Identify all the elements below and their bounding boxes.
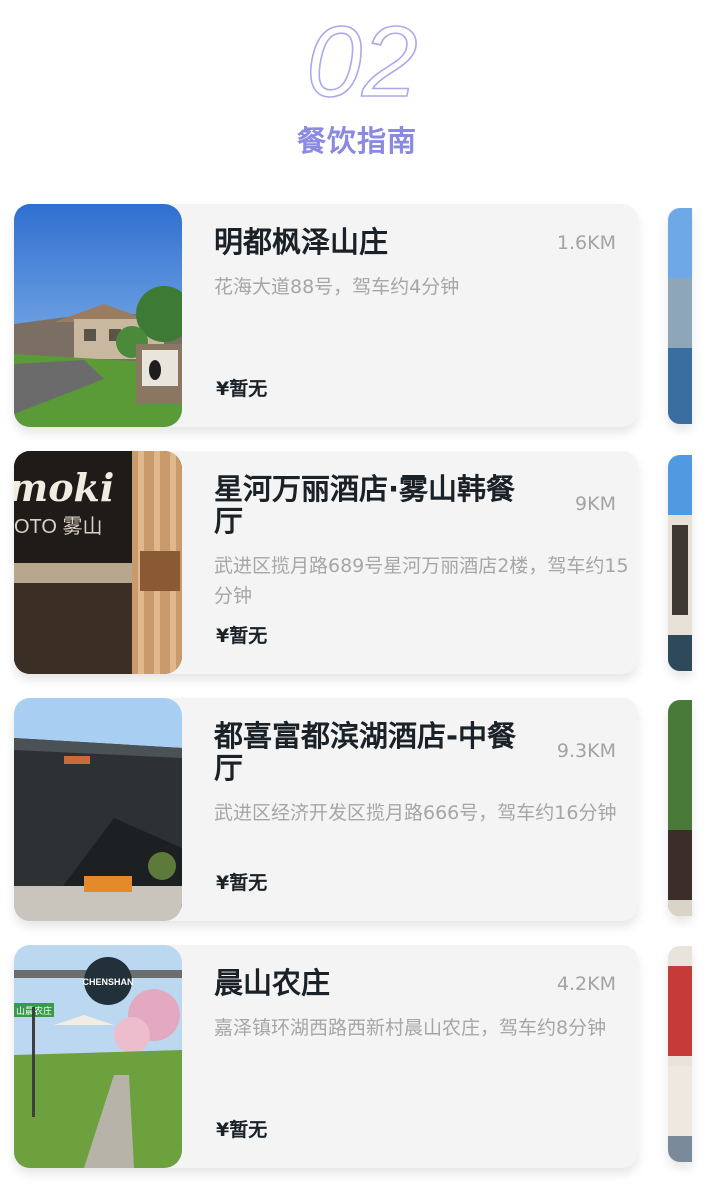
restaurant-distance: 9KM (575, 493, 616, 515)
restaurant-price: ¥暂无 (216, 378, 268, 400)
next-card-peek[interactable] (668, 208, 692, 424)
restaurant-distance: 4.2KM (556, 973, 616, 995)
restaurant-card[interactable]: moki OTO 雾山 星河万丽酒店·雾山韩餐厅 9KM 武进区揽月路689号星… (14, 451, 638, 674)
restaurant-address: 花海大道88号，驾车约4分钟 (214, 276, 460, 298)
restaurant-price: ¥暂无 (216, 625, 268, 647)
next-card-peek[interactable] (668, 946, 692, 1162)
restaurant-name: 晨山农庄 (214, 966, 331, 1000)
restaurant-photo: CHENSHAN 山晨农庄 (14, 945, 182, 1168)
restaurant-address: 武进区经济开发区揽月路666号，驾车约16分钟 (214, 802, 617, 824)
section-title: 餐饮指南 (296, 124, 417, 158)
restaurant-distance: 1.6KM (556, 232, 616, 254)
restaurant-address: 武进区揽月路689号星河万丽酒店2楼，驾车约15分钟 (214, 555, 629, 607)
restaurant-name: 星河万丽酒店·雾山韩餐厅 (214, 472, 516, 538)
section-number: 02 (306, 5, 419, 110)
restaurant-photo: moki OTO 雾山 (14, 451, 182, 674)
svg-text:moki: moki (14, 465, 114, 510)
restaurant-address: 嘉泽镇环湖西路西新村晨山农庄，驾车约8分钟 (214, 1017, 607, 1039)
section-header: 02 餐饮指南 (0, 0, 714, 170)
restaurant-card[interactable]: CHENSHAN 山晨农庄 晨山农庄 4.2KM 嘉泽镇环湖西路西新村晨山农庄，… (14, 945, 638, 1168)
next-card-peek[interactable] (668, 455, 692, 671)
restaurant-distance: 9.3KM (556, 740, 616, 762)
next-card-peek[interactable] (668, 700, 692, 916)
restaurant-price: ¥暂无 (216, 872, 268, 894)
restaurant-photo (14, 204, 182, 427)
svg-text:02: 02 (306, 6, 417, 110)
restaurant-name: 明都枫泽山庄 (214, 225, 389, 259)
restaurant-price: ¥暂无 (216, 1119, 268, 1141)
restaurant-card[interactable]: 明都枫泽山庄 1.6KM 花海大道88号，驾车约4分钟 ¥暂无 (14, 204, 638, 427)
svg-text:OTO 雾山: OTO 雾山 (14, 515, 103, 538)
restaurant-name: 都喜富都滨湖酒店-中餐厅 (214, 719, 517, 785)
restaurant-photo (14, 698, 182, 921)
svg-text:CHENSHAN: CHENSHAN (82, 977, 133, 987)
restaurant-card[interactable]: 都喜富都滨湖酒店-中餐厅 9.3KM 武进区经济开发区揽月路666号，驾车约16… (14, 698, 638, 921)
